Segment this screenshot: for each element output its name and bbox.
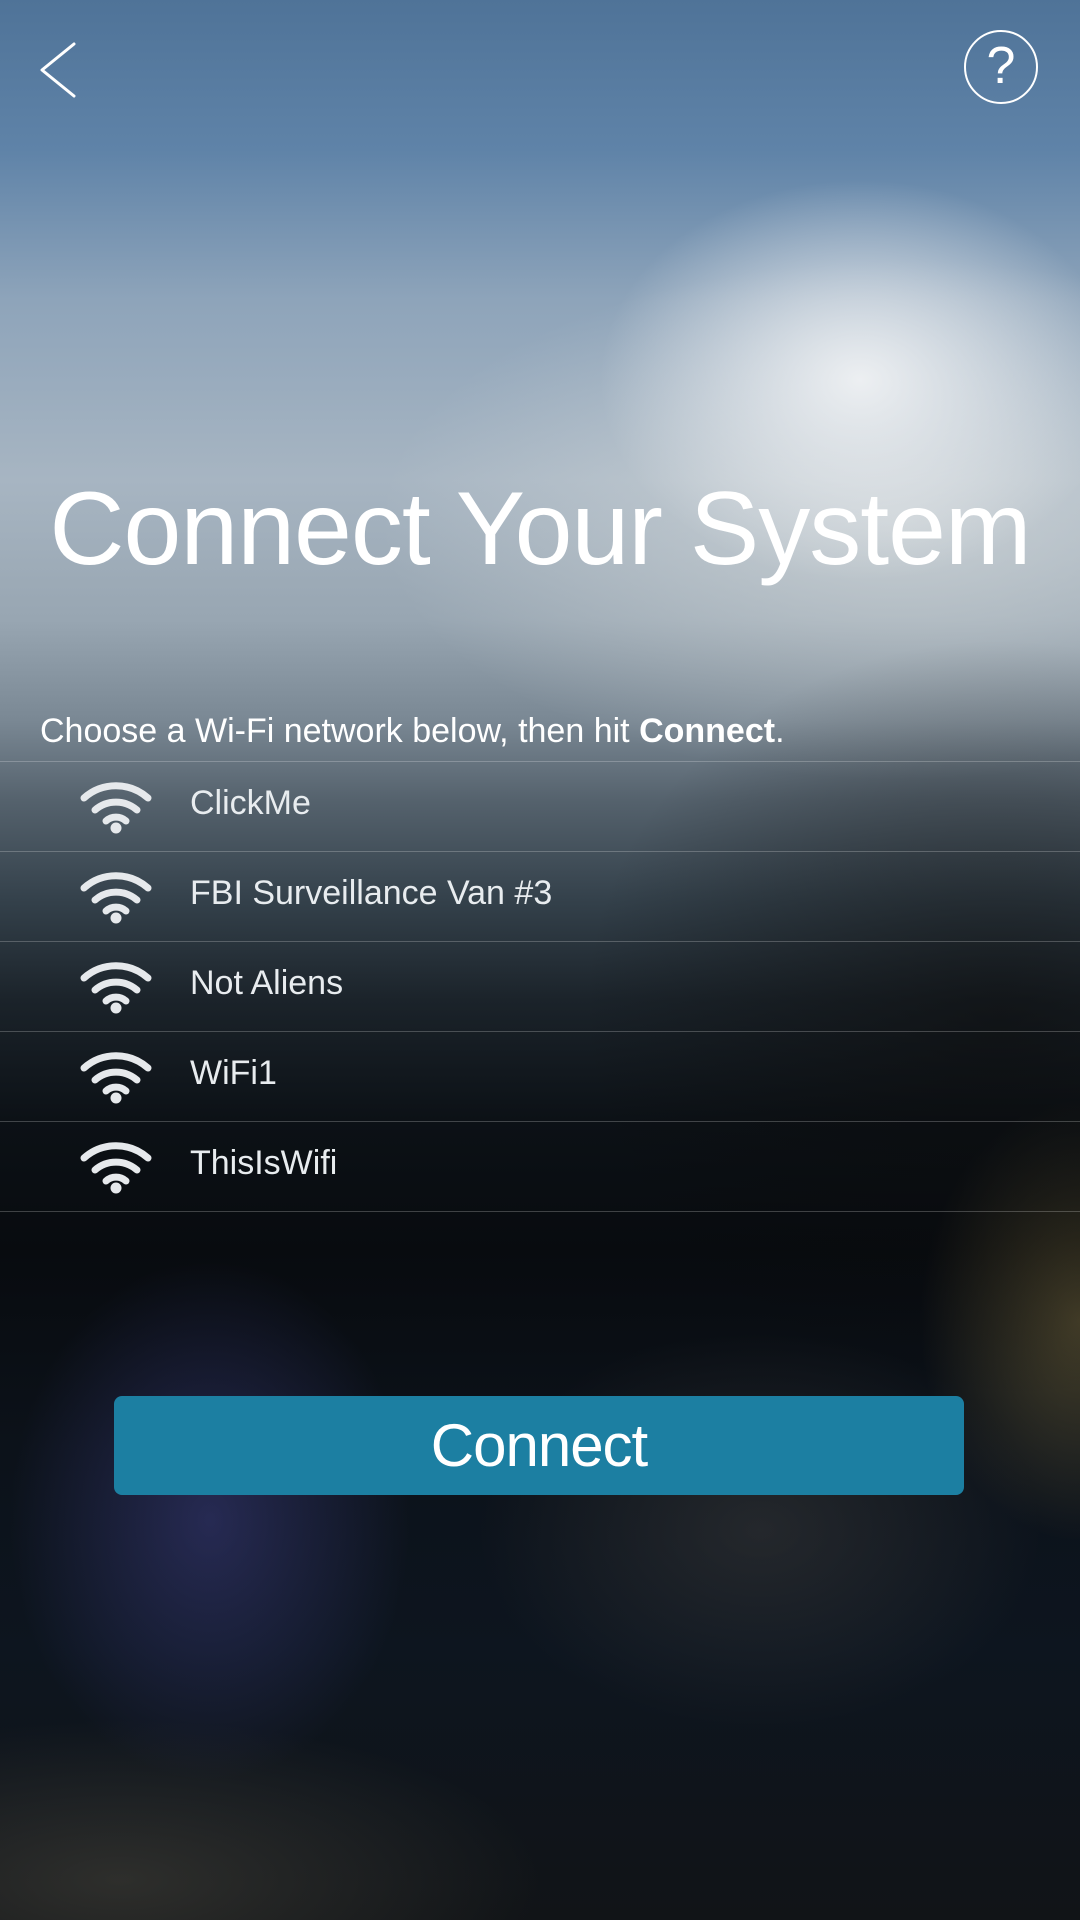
network-item-clickme[interactable]: ClickMe xyxy=(0,761,1080,851)
network-name: Not Aliens xyxy=(190,964,344,1002)
network-item-fbi-surveillance-van[interactable]: FBI Surveillance Van #3 xyxy=(0,851,1080,941)
network-item-not-aliens[interactable]: Not Aliens xyxy=(0,941,1080,1031)
network-item-thisiswifi[interactable]: ThisIsWifi xyxy=(0,1121,1080,1212)
wifi-icon xyxy=(80,1142,152,1194)
network-name: WiFi1 xyxy=(190,1054,277,1092)
wifi-icon xyxy=(80,782,152,834)
network-list: ClickMe FBI Surveillance Van #3 Not Alie… xyxy=(0,761,1080,1212)
page-title: Connect Your System xyxy=(49,471,1031,587)
instructions-bold: Connect xyxy=(639,712,776,750)
network-name: ClickMe xyxy=(190,784,311,822)
wifi-icon xyxy=(80,1052,152,1104)
instructions-suffix: . xyxy=(775,712,785,750)
network-name: ThisIsWifi xyxy=(190,1144,338,1182)
network-name: FBI Surveillance Van #3 xyxy=(190,874,553,912)
connect-button[interactable]: Connect xyxy=(114,1396,964,1495)
help-button[interactable]: ? xyxy=(964,30,1038,104)
chevron-left-icon xyxy=(40,42,76,98)
wifi-icon xyxy=(80,962,152,1014)
wifi-icon xyxy=(80,872,152,924)
instructions-prefix: Choose a Wi-Fi network below, then hit xyxy=(40,712,640,750)
back-button[interactable] xyxy=(30,30,90,110)
connect-button-label: Connect xyxy=(430,1412,648,1479)
question-circle-icon: ? xyxy=(986,37,1016,95)
top-bar: ? xyxy=(0,0,1080,140)
network-item-wifi1[interactable]: WiFi1 xyxy=(0,1031,1080,1121)
instructions-text: Choose a Wi-Fi network below, then hit C… xyxy=(40,712,785,751)
